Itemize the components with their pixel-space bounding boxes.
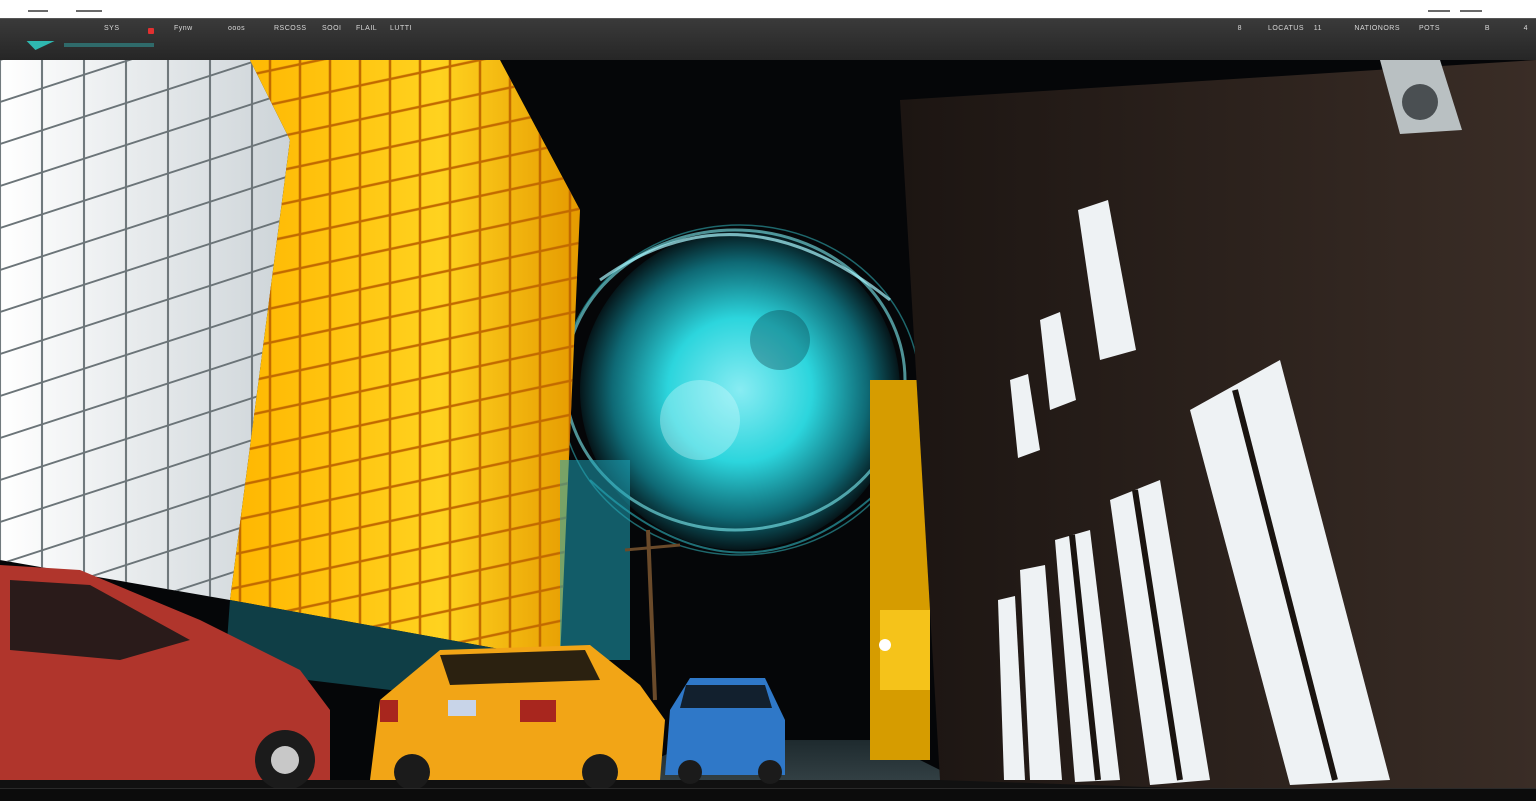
menu-item[interactable]: SYS [104, 25, 120, 32]
status-item[interactable]: NATIONORS [1354, 25, 1400, 32]
blue-car [665, 678, 785, 784]
edge-mark [1460, 10, 1482, 12]
close-icon[interactable] [148, 28, 154, 34]
menu-item[interactable]: SOOI [322, 25, 342, 32]
status-item[interactable]: LOCATUS [1268, 25, 1304, 32]
status-item[interactable]: B [1485, 25, 1490, 32]
edge-mark [76, 10, 102, 12]
status-item[interactable]: 4 [1524, 25, 1528, 32]
edge-mark [1428, 10, 1450, 12]
bottom-edge-strip [0, 788, 1536, 801]
status-item[interactable]: 11 [1314, 25, 1322, 32]
title-bar: SYS Fynw ooos RSCOSS SOOI FLAIL LUTTI 8 … [0, 18, 1536, 60]
city-scene-image [0, 60, 1536, 800]
status-item[interactable]: POTS [1419, 25, 1440, 32]
scene-viewport[interactable] [0, 60, 1536, 800]
app-logo-icon [21, 41, 55, 50]
app-window: SYS Fynw ooos RSCOSS SOOI FLAIL LUTTI 8 … [0, 18, 1536, 800]
accent-bar [64, 43, 154, 47]
status-item[interactable]: 8 [1238, 25, 1242, 32]
menu-item[interactable]: RSCOSS [274, 25, 307, 32]
menu-item[interactable]: Fynw [174, 25, 193, 32]
menu-item[interactable]: LUTTI [390, 25, 412, 32]
edge-mark [28, 10, 48, 12]
menu-item[interactable]: FLAIL [356, 25, 377, 32]
menu-item[interactable]: ooos [228, 25, 245, 32]
top-edge-strip [0, 0, 1536, 18]
